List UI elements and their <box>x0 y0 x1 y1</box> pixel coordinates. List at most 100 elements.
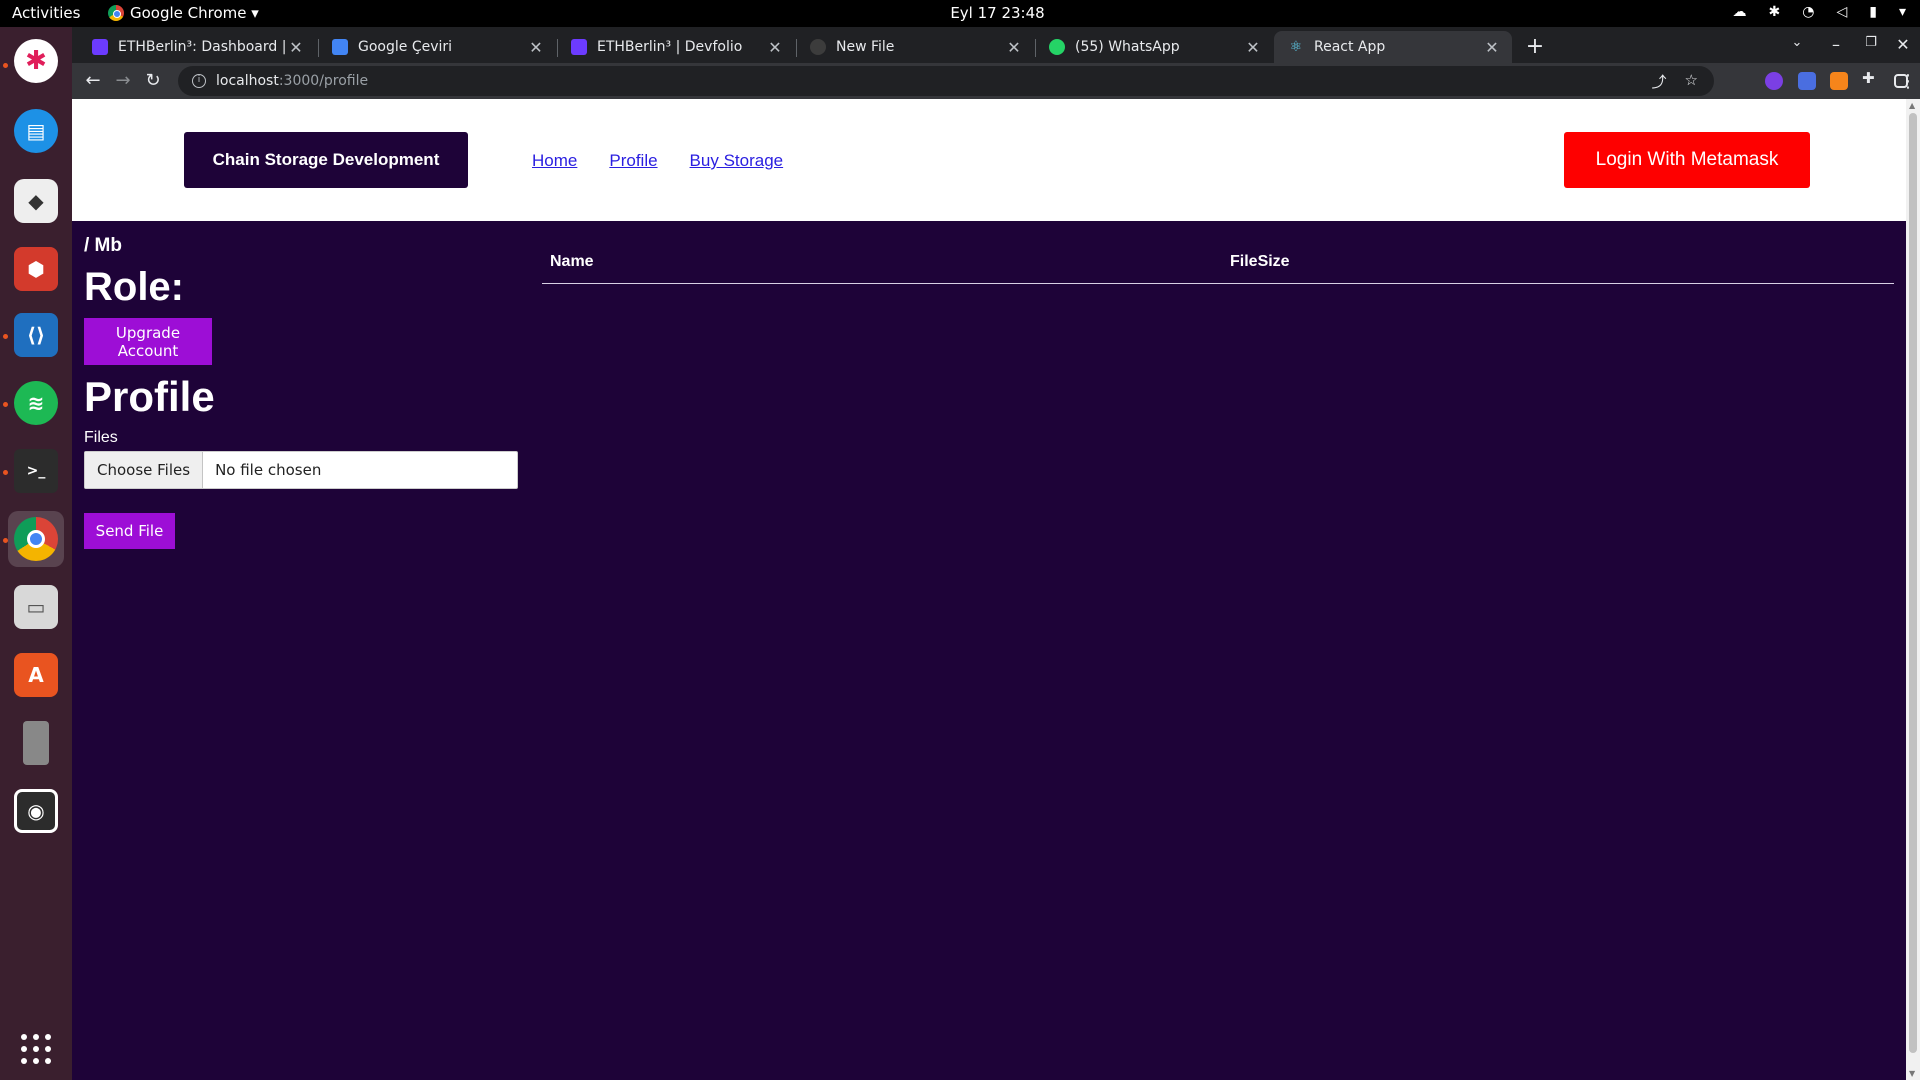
system-tray[interactable]: ☁ ✱ ◔ ◁ ▮ ▾ <box>1733 4 1906 20</box>
nav-buy-storage-link[interactable]: Buy Storage <box>690 151 784 171</box>
dock: ✱ ▤ ◆ ⬢ ⟨⟩ ≋ >_ ▭ A ◉ <box>0 27 72 1080</box>
login-metamask-button[interactable]: Login With Metamask <box>1564 132 1810 188</box>
dock-spotify[interactable]: ≋ <box>8 375 64 431</box>
app-header: Chain Storage Development Home Profile B… <box>72 99 1906 221</box>
chrome-menu-icon[interactable]: ⋮ <box>1899 71 1917 92</box>
terminal-icon: >_ <box>14 449 58 493</box>
back-button[interactable]: ← <box>80 69 106 95</box>
forward-button[interactable]: → <box>110 69 136 95</box>
address-bar[interactable]: i localhost:3000/profile ⤴ ☆ <box>178 66 1714 96</box>
restore-icon[interactable]: ❐ <box>1859 35 1883 50</box>
tab-title: ETHBerlin³: Dashboard | D <box>118 39 288 55</box>
dock-chrome[interactable] <box>8 511 64 567</box>
power-menu-icon[interactable]: ▾ <box>1899 4 1906 20</box>
spotify-icon: ≋ <box>14 381 58 425</box>
vscode-icon: ⟨⟩ <box>14 313 58 357</box>
close-tab-icon[interactable]: ✕ <box>1484 38 1500 57</box>
apps-grid-icon <box>21 1034 51 1064</box>
tab-google-translate[interactable]: Google Çeviri ✕ <box>318 31 556 63</box>
tab-title: React App <box>1314 39 1386 55</box>
tab-react-app[interactable]: ⚛ React App ✕ <box>1274 31 1512 63</box>
tab-new-file[interactable]: New File ✕ <box>796 31 1034 63</box>
hexagon-app-icon: ⬢ <box>14 247 58 291</box>
file-status-text: No file chosen <box>215 461 322 479</box>
scrollbar-thumb[interactable] <box>1909 113 1917 1053</box>
site-info-icon[interactable]: i <box>192 74 206 88</box>
choose-files-button[interactable]: Choose Files <box>85 452 204 488</box>
close-tab-icon[interactable]: ✕ <box>1245 38 1261 57</box>
nav-profile-link[interactable]: Profile <box>609 151 657 171</box>
bookmark-star-icon[interactable]: ☆ <box>1685 71 1698 92</box>
dock-device[interactable] <box>8 715 64 771</box>
files-table: Name FileSize <box>542 239 1894 284</box>
app-store-icon: A <box>14 653 58 697</box>
tab-title: New File <box>836 39 895 55</box>
table-header-row: Name FileSize <box>542 239 1894 284</box>
close-window-icon[interactable]: ✕ <box>1891 35 1915 54</box>
slack-tray-icon[interactable]: ✱ <box>1769 4 1781 20</box>
react-icon: ⚛ <box>1289 39 1303 55</box>
dock-vscode[interactable]: ⟨⟩ <box>8 307 64 363</box>
show-applications-button[interactable] <box>8 1021 64 1077</box>
battery-icon[interactable]: ▮ <box>1869 4 1877 20</box>
tab-title: Google Çeviri <box>358 39 453 55</box>
extensions-puzzle-icon[interactable]: ✚ <box>1862 69 1880 87</box>
minimize-icon[interactable]: – <box>1824 35 1848 54</box>
docker-icon: ▤ <box>14 109 58 153</box>
docker-tray-icon[interactable]: ☁ <box>1733 4 1747 20</box>
metamask-fox-icon[interactable] <box>1830 72 1848 90</box>
url-path: :3000/profile <box>278 73 369 89</box>
role-heading: Role: <box>84 265 184 309</box>
tab-title: (55) WhatsApp <box>1075 39 1180 55</box>
inkscape-icon: ◆ <box>14 179 58 223</box>
page-title: Profile <box>84 373 215 420</box>
dock-terminal[interactable]: >_ <box>8 443 64 499</box>
tab-whatsapp[interactable]: (55) WhatsApp ✕ <box>1035 31 1273 63</box>
tab-title: ETHBerlin³ | Devfolio <box>597 39 743 55</box>
chrome-icon <box>14 517 58 561</box>
scroll-up-arrow-icon[interactable]: ▲ <box>1909 101 1915 110</box>
send-file-button[interactable]: Send File <box>84 513 175 549</box>
dock-screenshot[interactable]: ◉ <box>8 783 64 839</box>
storage-info: / Mb <box>84 235 122 256</box>
main-nav: Home Profile Buy Storage <box>532 151 783 171</box>
favicon-icon <box>332 39 348 55</box>
upgrade-account-button[interactable]: Upgrade Account <box>84 318 212 365</box>
dock-docker[interactable]: ▤ <box>8 103 64 159</box>
tab-ethberlin-devfolio[interactable]: ETHBerlin³ | Devfolio ✕ <box>557 31 795 63</box>
translate-extension-icon[interactable] <box>1798 72 1816 90</box>
tab-strip: ETHBerlin³: Dashboard | D ✕ Google Çevir… <box>72 27 1920 63</box>
close-tab-icon[interactable]: ✕ <box>767 38 783 57</box>
browser-window: ETHBerlin³: Dashboard | D ✕ Google Çevir… <box>72 27 1920 1080</box>
file-input[interactable]: Choose Files No file chosen <box>84 451 518 489</box>
dock-inkscape[interactable]: ◆ <box>8 173 64 229</box>
column-header-name[interactable]: Name <box>542 239 1222 284</box>
volume-icon[interactable]: ◁ <box>1836 4 1847 20</box>
share-icon[interactable]: ⤴ <box>1652 71 1667 92</box>
profile-panel: / Mb Role: Upgrade Account Profile Files… <box>84 235 518 549</box>
close-tab-icon[interactable]: ✕ <box>288 38 304 57</box>
new-tab-button[interactable]: + <box>1521 33 1549 61</box>
page-viewport: Chain Storage Development Home Profile B… <box>72 99 1906 1080</box>
dock-software[interactable]: A <box>8 647 64 703</box>
dock-postman[interactable]: ⬢ <box>8 241 64 297</box>
tab-search-icon[interactable]: ⌄ <box>1785 35 1809 50</box>
favicon-icon <box>571 39 587 55</box>
url-host: localhost <box>216 73 279 89</box>
close-tab-icon[interactable]: ✕ <box>1006 38 1022 57</box>
brand-logo[interactable]: Chain Storage Development <box>184 132 468 188</box>
column-header-filesize[interactable]: FileSize <box>1222 239 1894 284</box>
reload-button[interactable]: ↻ <box>140 69 166 95</box>
page-scrollbar[interactable]: ▲ ▼ <box>1906 99 1920 1080</box>
dock-slack[interactable]: ✱ <box>8 33 64 89</box>
extension-icon[interactable] <box>1765 72 1783 90</box>
tab-ethberlin-dashboard[interactable]: ETHBerlin³: Dashboard | D ✕ <box>78 31 316 63</box>
wifi-icon[interactable]: ◔ <box>1802 4 1814 20</box>
files-icon: ▭ <box>14 585 58 629</box>
dock-files[interactable]: ▭ <box>8 579 64 635</box>
files-label: Files <box>84 429 118 446</box>
system-clock[interactable]: Eyl 17 23:48 <box>0 4 1920 22</box>
nav-home-link[interactable]: Home <box>532 151 577 171</box>
scroll-down-arrow-icon[interactable]: ▼ <box>1909 1069 1915 1078</box>
close-tab-icon[interactable]: ✕ <box>528 38 544 57</box>
